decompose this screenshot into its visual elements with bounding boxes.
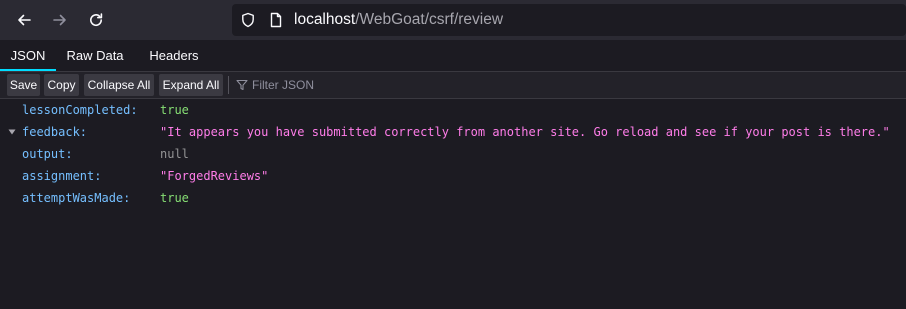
json-key: feedback: xyxy=(22,125,88,139)
json-value: "ForgedReviews" xyxy=(160,169,269,183)
json-row[interactable]: feedback: "It appears you have submitted… xyxy=(0,121,906,143)
expand-triangle-icon[interactable] xyxy=(8,129,16,135)
forward-button[interactable] xyxy=(46,6,74,34)
navigation-bar: localhost/WebGoat/csrf/review xyxy=(0,0,906,40)
forward-arrow-icon xyxy=(53,14,66,26)
save-button[interactable]: Save xyxy=(7,74,40,96)
tracking-protection-shield-icon[interactable] xyxy=(240,12,256,28)
url-path: /WebGoat/csrf/review xyxy=(355,11,504,28)
expand-all-button[interactable]: Expand All xyxy=(159,74,223,96)
json-row[interactable]: attemptWasMade: true xyxy=(0,187,906,209)
json-row[interactable]: assignment: "ForgedReviews" xyxy=(0,165,906,187)
copy-button[interactable]: Copy xyxy=(44,74,79,96)
address-bar[interactable]: localhost/WebGoat/csrf/review xyxy=(232,4,906,36)
filter-icon xyxy=(236,79,248,91)
page-info-icon[interactable] xyxy=(268,12,284,28)
reload-icon xyxy=(90,13,103,27)
back-arrow-icon xyxy=(18,14,31,26)
json-key: output: xyxy=(22,147,73,161)
json-value: null xyxy=(160,147,189,161)
filter-json-input[interactable] xyxy=(250,75,550,95)
json-value: true xyxy=(160,191,189,205)
json-key: assignment: xyxy=(22,169,102,183)
toolbar-divider xyxy=(228,76,229,94)
tab-json[interactable]: JSON xyxy=(0,40,56,71)
tab-raw-data[interactable]: Raw Data xyxy=(60,40,130,71)
json-toolbar: Save Copy Collapse All Expand All xyxy=(0,72,906,99)
tab-headers[interactable]: Headers xyxy=(140,40,208,71)
json-row[interactable]: lessonCompleted: true xyxy=(0,99,906,121)
viewer-tab-bar: JSON Raw Data Headers xyxy=(0,40,906,72)
url-text[interactable]: localhost/WebGoat/csrf/review xyxy=(294,10,503,30)
url-host: localhost xyxy=(294,11,356,28)
json-key: attemptWasMade: xyxy=(22,191,131,205)
json-key: lessonCompleted: xyxy=(22,103,138,117)
reload-button[interactable] xyxy=(82,6,110,34)
json-value: true xyxy=(160,103,189,117)
collapse-all-button[interactable]: Collapse All xyxy=(84,74,154,96)
json-row[interactable]: output: null xyxy=(0,143,906,165)
json-value: "It appears you have submitted correctly… xyxy=(160,125,890,139)
back-button[interactable] xyxy=(10,6,38,34)
